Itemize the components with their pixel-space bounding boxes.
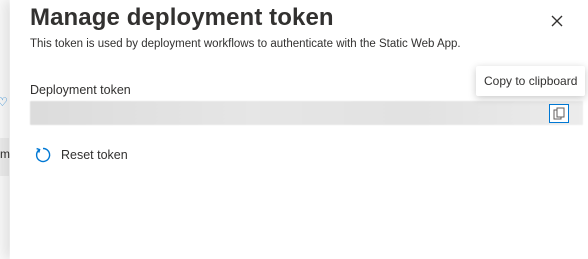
app-root: ♡ m Manage deployment token This token i… [0,0,588,259]
panel-subtitle: This token is used by deployment workflo… [30,38,461,50]
copy-icon [553,107,565,120]
background-partial-text: m [0,147,10,161]
background-partial-icon: ♡ [0,95,8,109]
deployment-token-field[interactable] [30,101,583,125]
background-page: ♡ m [0,0,10,259]
close-icon [551,15,563,27]
deployment-token-label: Deployment token [30,83,131,97]
close-button[interactable] [546,10,568,32]
reset-token-button[interactable]: Reset token [34,144,128,166]
copy-tooltip: Copy to clipboard [476,66,586,96]
refresh-icon [35,147,51,163]
copy-to-clipboard-button[interactable] [549,104,569,123]
panel-title: Manage deployment token [30,4,334,31]
manage-token-panel: Manage deployment token This token is us… [10,0,588,259]
reset-token-label: Reset token [61,148,128,162]
